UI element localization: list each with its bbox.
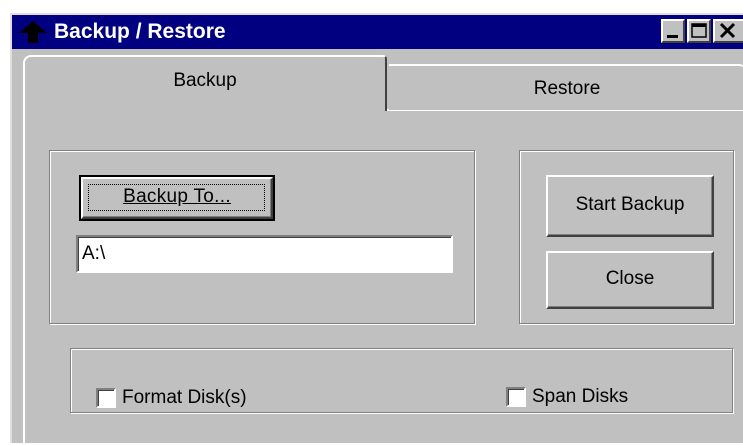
title-bar[interactable]: Backup / Restore <box>12 15 743 49</box>
tab-restore-label: Restore <box>533 78 601 99</box>
close-window-button[interactable] <box>713 19 743 43</box>
tab-panel <box>23 109 743 445</box>
tab-backup-label: Backup <box>173 70 237 91</box>
tab-backup[interactable]: Backup <box>23 55 387 111</box>
maximize-icon <box>691 23 707 38</box>
backup-restore-window: Backup / Restore Restore Backup Backup T… <box>10 13 743 445</box>
maximize-button[interactable] <box>687 19 711 43</box>
window-title: Backup / Restore <box>54 20 226 43</box>
close-icon <box>719 22 736 39</box>
up-arrow-icon <box>19 21 47 43</box>
minimize-button[interactable] <box>661 19 685 43</box>
tab-restore[interactable]: Restore <box>389 64 743 110</box>
minimize-icon <box>667 35 678 38</box>
